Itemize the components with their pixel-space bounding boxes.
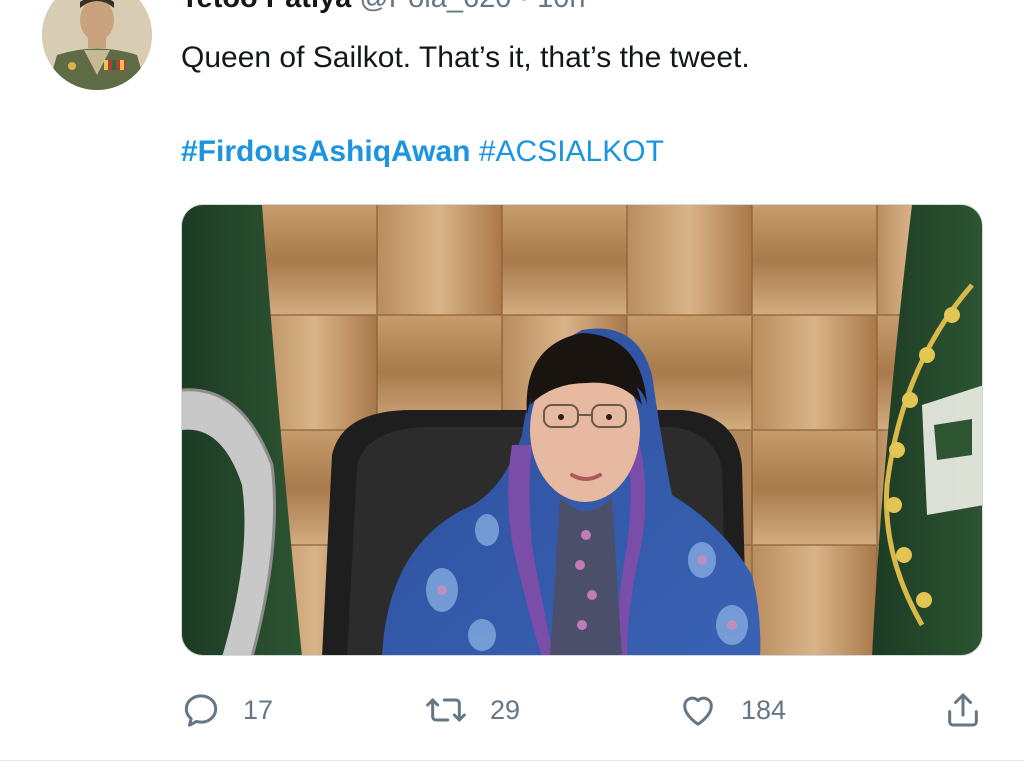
tweet-media-image[interactable] [181, 204, 983, 656]
hashtag-link[interactable]: #FirdousAshiqAwan [181, 135, 470, 168]
hashtag-line: #FirdousAshiqAwan #ACSIALKOT [181, 132, 664, 172]
more-options-icon[interactable] [944, 0, 984, 10]
user-handle[interactable]: @Pola_620 [359, 0, 511, 14]
tweet-header: Tetoo Patiya @Pola_620 · 10h [181, 0, 586, 18]
tweet-timestamp[interactable]: 10h [537, 0, 585, 14]
reply-button[interactable]: 17 [181, 688, 273, 732]
tweet[interactable]: Tetoo Patiya @Pola_620 · 10h Queen of Sa… [0, 0, 1024, 777]
display-name[interactable]: Tetoo Patiya [181, 0, 351, 14]
retweet-icon [426, 698, 466, 722]
like-button[interactable]: 184 [677, 688, 786, 732]
reply-count: 17 [243, 694, 274, 725]
tweet-divider [0, 760, 1024, 761]
tweet-action-bar: 17 29 184 [181, 688, 983, 732]
avatar[interactable] [42, 0, 152, 90]
tweet-text: Queen of Sailkot. That’s it, that’s the … [181, 41, 750, 74]
hashtag-link[interactable]: #ACSIALKOT [479, 135, 664, 168]
retweet-button[interactable]: 29 [424, 688, 520, 732]
share-button[interactable] [943, 688, 983, 732]
photo-illustration [182, 205, 982, 655]
reply-icon [184, 694, 218, 727]
avatar-image [42, 0, 152, 90]
share-icon [948, 693, 978, 727]
heart-icon [683, 696, 713, 726]
retweet-count: 29 [490, 694, 521, 725]
like-count: 184 [741, 694, 787, 725]
separator-dot: · [519, 0, 529, 14]
